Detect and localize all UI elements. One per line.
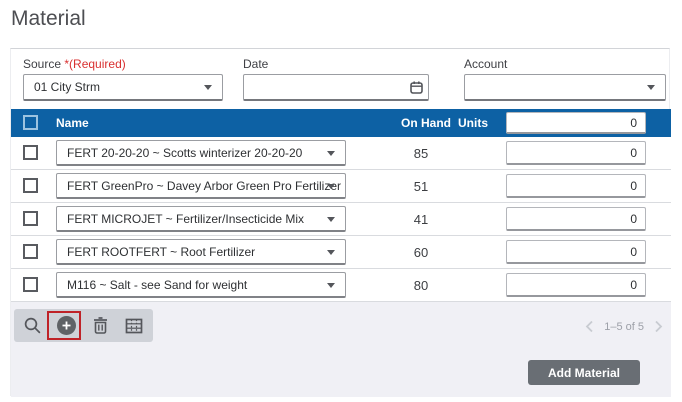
column-header-units: Units [431,116,488,130]
pagination: 1–5 of 5 [585,320,663,333]
grid-icon [125,318,143,334]
chevron-down-icon [327,283,335,288]
material-name-select[interactable]: FERT 20-20-20 ~ Scotts winterizer 20-20-… [56,140,346,166]
table-row: FERT GreenPro ~ Davey Arbor Green Pro Fe… [11,170,671,203]
row-units-input[interactable] [506,207,646,231]
on-hand-value: 60 [371,245,471,260]
table-row: M116 ~ Salt - see Sand for weight 80 [11,269,671,302]
on-hand-value: 80 [371,278,471,293]
table-rows: FERT 20-20-20 ~ Scotts winterizer 20-20-… [11,137,671,302]
table-footer: 1–5 of 5 Add Material [11,302,671,397]
material-panel: Source *(Required) 01 City Strm Date Acc… [10,48,670,396]
row-units-input[interactable] [506,240,646,264]
on-hand-value: 85 [371,146,471,161]
search-button[interactable] [15,309,49,342]
table-row: FERT MICROJET ~ Fertilizer/Insecticide M… [11,203,671,236]
row-checkbox[interactable] [23,211,38,226]
account-label: Account [464,57,507,71]
chevron-left-icon [585,320,594,333]
row-checkbox[interactable] [23,178,38,193]
material-name-select[interactable]: FERT GreenPro ~ Davey Arbor Green Pro Fe… [56,173,346,199]
trash-icon [92,316,109,335]
chevron-down-icon [327,184,335,189]
table-header: Name On Hand Units [11,109,671,137]
select-all-checkbox[interactable] [23,115,38,130]
add-icon [57,316,76,335]
on-hand-value: 51 [371,179,471,194]
calendar-icon[interactable] [409,80,424,95]
chevron-down-icon [327,250,335,255]
grid-view-button[interactable] [117,309,151,342]
next-page-button[interactable] [654,320,663,333]
date-label: Date [243,57,268,71]
row-checkbox[interactable] [23,277,38,292]
required-note: *(Required) [64,57,125,71]
table-row: FERT 20-20-20 ~ Scotts winterizer 20-20-… [11,137,671,170]
previous-page-button[interactable] [585,320,594,333]
chevron-right-icon [654,320,663,333]
material-name-select[interactable]: FERT MICROJET ~ Fertilizer/Insecticide M… [56,206,346,232]
material-name-select[interactable]: FERT ROOTFERT ~ Root Fertilizer [56,239,346,265]
row-units-input[interactable] [506,174,646,198]
row-checkbox[interactable] [23,244,38,259]
header-units-input[interactable] [506,112,646,134]
delete-button[interactable] [83,309,117,342]
chevron-down-icon [204,85,212,90]
page-title: Material [11,7,86,31]
account-select[interactable] [464,74,666,101]
source-label: Source *(Required) [23,57,126,71]
row-units-input[interactable] [506,273,646,297]
column-header-name: Name [56,116,89,130]
search-icon [23,316,42,335]
table-row: FERT ROOTFERT ~ Root Fertilizer 60 [11,236,671,269]
add-button[interactable] [49,309,83,342]
row-checkbox[interactable] [23,145,38,160]
toolbar [14,309,153,342]
add-material-button[interactable]: Add Material [528,360,640,385]
pagination-label: 1–5 of 5 [604,321,644,333]
row-units-input[interactable] [506,141,646,165]
chevron-down-icon [327,151,335,156]
source-select[interactable]: 01 City Strm [23,74,223,101]
on-hand-value: 41 [371,212,471,227]
chevron-down-icon [327,217,335,222]
chevron-down-icon [647,85,655,90]
material-name-select[interactable]: M116 ~ Salt - see Sand for weight [56,272,346,298]
date-input[interactable] [243,74,429,101]
